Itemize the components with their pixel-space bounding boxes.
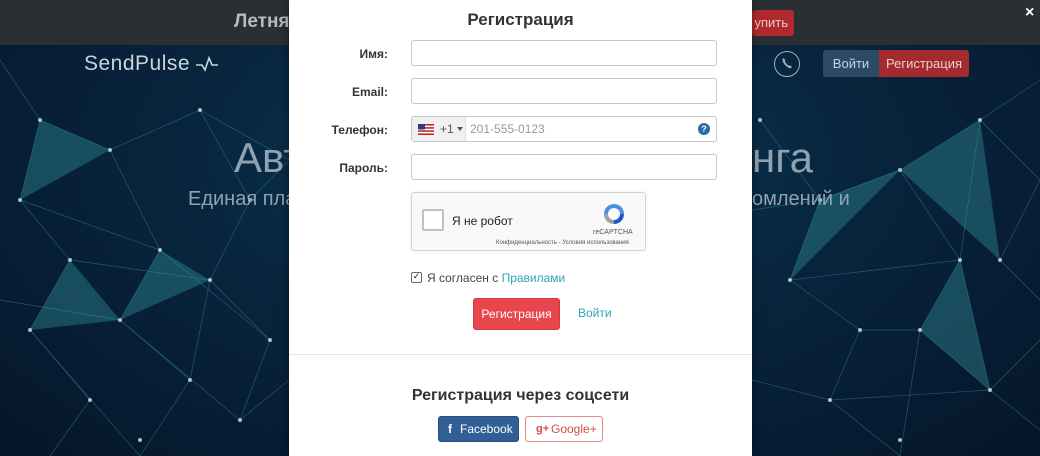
pulse-logo-icon [196, 56, 218, 72]
phone-icon[interactable] [774, 51, 800, 77]
recaptcha-checkbox[interactable] [422, 209, 444, 231]
country-code: +1 [440, 122, 454, 136]
password-label: Пароль: [339, 161, 388, 175]
facebook-icon: f [448, 422, 452, 436]
password-field[interactable] [411, 154, 717, 180]
hero-subtitle-left: Единая пла [188, 188, 297, 210]
phone-input[interactable] [470, 117, 690, 141]
recaptcha-widget: Я не робот reCAPTCHA Конфиденциальность … [411, 192, 646, 251]
chevron-down-icon [457, 127, 463, 131]
close-icon[interactable]: × [1025, 4, 1034, 22]
email-field[interactable] [411, 78, 717, 104]
google-plus-icon: g+ [536, 423, 550, 435]
recaptcha-brand: reCAPTCHA [593, 229, 633, 236]
logo[interactable]: SendPulse [84, 52, 190, 76]
promo-buy-button[interactable]: упить [752, 10, 794, 36]
help-icon[interactable]: ? [698, 123, 710, 135]
login-link[interactable]: Войти [578, 306, 612, 320]
google-plus-button[interactable]: g+ Google+ [525, 416, 603, 442]
google-plus-label: Google+ [551, 422, 597, 436]
email-label: Email: [351, 85, 388, 99]
facebook-button[interactable]: f Facebook [438, 416, 519, 442]
name-label: Имя: [359, 47, 389, 61]
hero-title-right: нга [752, 134, 813, 181]
recaptcha-label: Я не робот [452, 214, 513, 228]
promo-text: Летня [234, 11, 290, 32]
recaptcha-links[interactable]: Конфиденциальность - Условия использован… [496, 240, 629, 246]
recaptcha-logo-icon [604, 204, 624, 224]
facebook-label: Facebook [460, 422, 513, 436]
register-button[interactable]: Регистрация [473, 298, 560, 330]
agree-checkbox[interactable]: ✓ [411, 272, 422, 283]
divider [289, 354, 752, 355]
phone-field: +1 ? [411, 116, 717, 142]
country-selector[interactable]: +1 [412, 117, 466, 141]
phone-label: Телефон: [331, 123, 388, 137]
modal-title: Регистрация [467, 10, 574, 29]
name-field[interactable] [411, 40, 717, 66]
social-title: Регистрация через соцсети [411, 387, 630, 404]
rules-link[interactable]: Правилами [502, 271, 566, 285]
agree-text: Я согласен с Правилами [427, 271, 565, 285]
nav-register-button[interactable]: Регистрация [879, 50, 969, 77]
agree-label: Я согласен с [427, 271, 502, 285]
nav-login-button[interactable]: Войти [823, 50, 879, 77]
hero-subtitle-right: омлений и [752, 188, 850, 210]
registration-modal: Регистрация Имя: Email: Телефон: +1 ? Па… [289, 0, 752, 456]
us-flag-icon [418, 124, 434, 135]
